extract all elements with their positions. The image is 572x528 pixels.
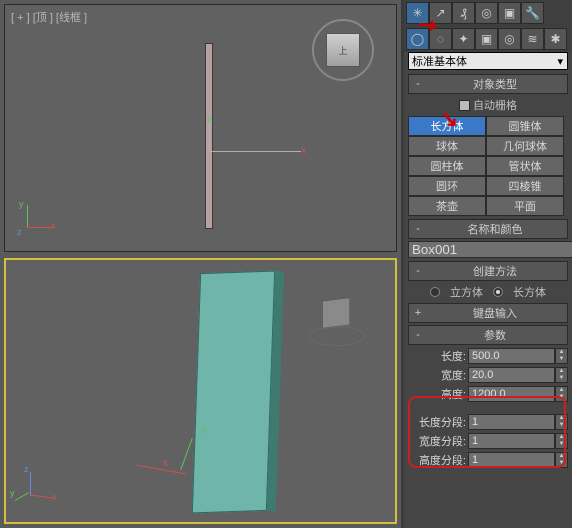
axis-y-label: y xyxy=(207,113,212,124)
height-spinner[interactable]: 1200.0▲▼ xyxy=(468,386,568,402)
persp-axis-x: x xyxy=(163,458,168,469)
height-label: 高度: xyxy=(408,386,466,402)
object-name-input[interactable] xyxy=(408,241,572,258)
annotation-arrow-icon: ↘ xyxy=(439,105,459,132)
prim-cylinder[interactable]: 圆柱体 xyxy=(408,156,486,176)
prim-pyramid[interactable]: 四棱锥 xyxy=(486,176,564,196)
mini-axis-y2: y xyxy=(10,488,15,498)
minus-icon: - xyxy=(413,265,423,277)
spacewarp-subtab[interactable]: ≋ xyxy=(521,28,544,50)
minus-icon: - xyxy=(413,78,423,90)
mini-axis-y: y xyxy=(19,199,24,209)
motion-tab[interactable]: ◎ xyxy=(475,2,498,24)
prim-geosphere[interactable]: 几何球体 xyxy=(486,136,564,156)
prim-tube[interactable]: 管状体 xyxy=(486,156,564,176)
minus-icon: - xyxy=(413,329,423,341)
hierarchy-tab[interactable]: ₰ xyxy=(452,2,475,24)
axis-x-label: x xyxy=(301,145,306,156)
width-segs-spinner[interactable]: 1▲▼ xyxy=(468,433,568,449)
systems-subtab[interactable]: ✱ xyxy=(544,28,567,50)
width-segs-label: 宽度分段: xyxy=(408,433,466,449)
mini-axis-x2: x xyxy=(52,492,57,502)
minus-icon: - xyxy=(413,223,423,235)
prim-teapot[interactable]: 茶壶 xyxy=(408,196,486,216)
display-tab[interactable]: ▣ xyxy=(498,2,521,24)
height-segs-spinner[interactable]: 1▲▼ xyxy=(468,452,568,468)
length-label: 长度: xyxy=(408,348,466,364)
width-label: 宽度: xyxy=(408,367,466,383)
rollout-creation-method[interactable]: - 创建方法 xyxy=(408,261,568,281)
radio-box-label: 长方体 xyxy=(513,284,546,300)
prim-cone[interactable]: 圆锥体 xyxy=(486,116,564,136)
autogrid-label: 自动栅格 xyxy=(473,97,517,113)
cameras-subtab[interactable]: ▣ xyxy=(475,28,498,50)
viewcube-persp[interactable] xyxy=(313,294,361,342)
viewcube-face[interactable]: 上 xyxy=(326,33,360,67)
lights-subtab[interactable]: ✦ xyxy=(452,28,475,50)
prim-sphere[interactable]: 球体 xyxy=(408,136,486,156)
mini-axis-z: z xyxy=(17,227,22,237)
height-segs-label: 高度分段: xyxy=(408,452,466,468)
radio-cube[interactable] xyxy=(430,287,440,297)
rollout-keyboard-entry[interactable]: + 键盘输入 xyxy=(408,303,568,323)
mini-axis-x: x xyxy=(51,221,56,231)
viewport-top-label: [ + ] [顶 ] [线框 ] xyxy=(11,9,87,25)
rollout-name-color[interactable]: - 名称和颜色 xyxy=(408,219,568,239)
radio-box[interactable] xyxy=(493,287,503,297)
autogrid-checkbox[interactable] xyxy=(459,100,470,111)
radio-cube-label: 立方体 xyxy=(450,284,483,300)
primitive-set-dropdown[interactable]: 标准基本体 xyxy=(408,52,568,70)
prim-plane[interactable]: 平面 xyxy=(486,196,564,216)
rollout-object-type[interactable]: - 对象类型 xyxy=(408,74,568,94)
viewport-top[interactable]: [ + ] [顶 ] [线框 ] 上 y x y x z xyxy=(4,4,397,252)
persp-axis-y: y xyxy=(201,425,206,436)
persp-box xyxy=(192,271,275,514)
viewcube[interactable]: 上 xyxy=(312,19,376,83)
rollout-parameters[interactable]: - 参数 xyxy=(408,325,568,345)
helpers-subtab[interactable]: ◎ xyxy=(498,28,521,50)
primitive-button-grid: 长方体 圆锥体 球体 几何球体 圆柱体 管状体 圆环 四棱锥 茶壶 平面 xyxy=(408,116,568,216)
width-spinner[interactable]: 20.0▲▼ xyxy=(468,367,568,383)
length-segs-label: 长度分段: xyxy=(408,414,466,430)
mini-axis-z2: z xyxy=(24,464,29,474)
prim-torus[interactable]: 圆环 xyxy=(408,176,486,196)
command-panel: ✳ ↗ ₰ ◎ ▣ 🔧 ◯ ◌ ✦ ▣ ◎ ≋ ✱ 标准基本体 - 对象类型 自… xyxy=(404,0,572,528)
viewport-perspective[interactable]: x y z x y xyxy=(4,258,397,524)
plus-icon: + xyxy=(413,307,423,319)
length-segs-spinner[interactable]: 1▲▼ xyxy=(468,414,568,430)
utilities-tab[interactable]: 🔧 xyxy=(521,2,544,24)
length-spinner[interactable]: 500.0▲▼ xyxy=(468,348,568,364)
